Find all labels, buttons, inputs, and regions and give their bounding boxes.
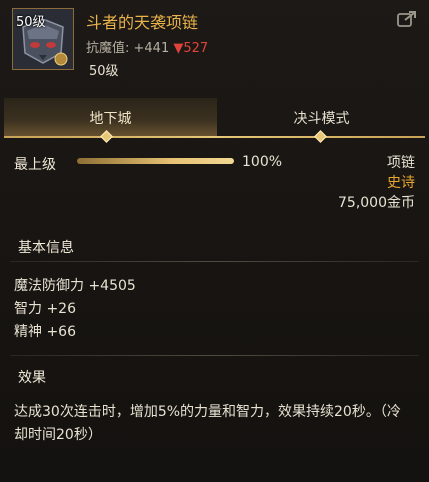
item-name: 斗者的天袭项链 [86,13,199,32]
stat-spirit: 精神 +66 [14,324,76,340]
grade-bar-fill [77,158,234,164]
effect-description: 达成30次连击时，增加5%的力量和智力，效果持续20秒。（冷却时间20秒） [14,404,401,443]
grade-label: 最上级 [14,157,56,173]
effect-title: 效果 [18,370,46,386]
stat-decrease: ▼527 [173,41,209,56]
item-rarity: 史诗 [387,175,415,191]
item-level-tag: 50级 [16,15,46,30]
grade-bar [77,158,234,164]
tab-duel-label: 决斗模式 [293,111,350,127]
anti-magic-stat: 抗魔值: +441 ▼527 [86,37,208,56]
anti-magic-value: 抗魔值: +441 [86,41,170,56]
share-icon[interactable] [397,10,417,28]
tab-dungeon-label: 地下城 [89,111,132,127]
stat-intelligence: 智力 +26 [14,301,76,317]
section-divider [10,261,419,262]
stat-magic-defense: 魔法防御力 +4505 [14,278,136,294]
item-slot: 项链 [387,155,415,171]
item-tooltip: 50级 斗者的天袭项链 抗魔值: +441 ▼527 50级 地下城 决斗模式 … [0,0,429,482]
item-icon: 50级 [12,8,74,70]
grade-percent: 100% [242,154,283,170]
tab-underline [4,136,425,138]
tab-dungeon[interactable]: 地下城 [4,98,217,138]
section-divider [10,355,419,356]
item-price: 75,000金币 [338,195,415,211]
basic-info-title: 基本信息 [18,240,74,256]
required-level: 50级 [89,64,119,79]
mode-tabs: 地下城 决斗模式 [0,98,429,143]
